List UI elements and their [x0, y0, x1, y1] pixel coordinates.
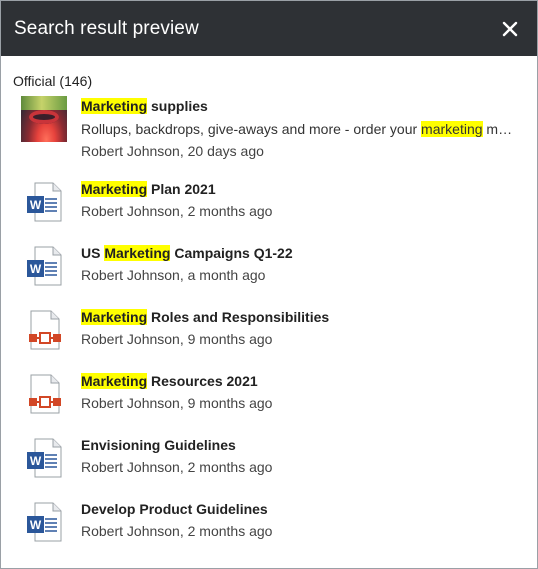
result-meta: Robert Johnson, 9 months ago — [81, 395, 273, 411]
result-title-segment: Roles and Responsibilities — [147, 309, 330, 325]
highlighted-term: marketing — [421, 121, 483, 137]
result-item[interactable]: W Envisioning Guidelines Robert Johnson, … — [1, 435, 537, 481]
image-thumbnail — [21, 96, 67, 142]
result-title[interactable]: Develop Product Guidelines — [81, 499, 525, 519]
highlighted-term: Marketing — [81, 373, 148, 389]
word-doc-icon: W — [21, 179, 67, 225]
result-title[interactable]: Marketing Roles and Responsibilities — [81, 307, 525, 327]
result-meta: Robert Johnson, 2 months ago — [81, 523, 273, 539]
result-info: Marketing supplies Rollups, backdrops, gi… — [81, 96, 525, 161]
panel-title: Search result preview — [14, 17, 199, 39]
word-doc-icon: W — [21, 499, 67, 545]
highlighted-term: Marketing — [81, 181, 148, 197]
close-icon — [502, 21, 518, 36]
result-meta: Robert Johnson, 2 months ago — [81, 203, 273, 219]
result-title-segment: Envisioning Guidelines — [81, 437, 236, 453]
result-item[interactable]: W Develop Product Guidelines Robert Johns… — [1, 499, 537, 545]
result-title-segment: US — [81, 245, 105, 261]
result-info: Envisioning Guidelines Robert Johnson, 2 … — [81, 435, 525, 477]
result-item[interactable]: Marketing supplies Rollups, backdrops, gi… — [1, 96, 537, 161]
word-doc-icon: W — [21, 435, 67, 481]
result-item[interactable]: W US Marketing Campaigns Q1-22 Robert Joh… — [1, 243, 537, 289]
word-doc-icon: W — [21, 243, 67, 289]
result-title-segment: Develop Product Guidelines — [81, 501, 268, 517]
result-description-segment: Rollups, backdrops, give-aways and more … — [81, 121, 422, 137]
result-info: Marketing Resources 2021 Robert Johnson, … — [81, 371, 525, 413]
powerpoint-doc-icon — [21, 307, 67, 353]
result-title[interactable]: Marketing Plan 2021 — [81, 179, 525, 199]
result-title-segment: Resources 2021 — [147, 373, 258, 389]
svg-text:W: W — [30, 198, 42, 212]
svg-text:W: W — [30, 518, 42, 532]
result-meta: Robert Johnson, 20 days ago — [81, 143, 264, 159]
result-item[interactable]: Marketing Resources 2021 Robert Johnson, … — [1, 371, 537, 417]
results-list: Marketing supplies Rollups, backdrops, gi… — [1, 96, 537, 545]
highlighted-term: Marketing — [81, 309, 148, 325]
search-preview-panel: Search result preview Official (146) Mar… — [0, 0, 538, 569]
section-title: Official (146) — [13, 73, 93, 89]
result-item[interactable]: W Marketing Plan 2021 Robert Johnson, 2 m… — [1, 179, 537, 225]
svg-text:W: W — [30, 262, 42, 276]
result-meta: Robert Johnson, 2 months ago — [81, 459, 273, 475]
powerpoint-doc-icon — [21, 371, 67, 417]
result-meta: Robert Johnson, 9 months ago — [81, 331, 273, 347]
panel-header: Search result preview — [1, 1, 537, 56]
result-title[interactable]: Marketing supplies — [81, 96, 525, 116]
result-info: Marketing Plan 2021 Robert Johnson, 2 mon… — [81, 179, 525, 221]
result-meta: Robert Johnson, a month ago — [81, 267, 266, 283]
result-title[interactable]: US Marketing Campaigns Q1-22 — [81, 243, 525, 263]
close-button[interactable] — [497, 16, 523, 42]
result-info: US Marketing Campaigns Q1-22 Robert Johns… — [81, 243, 525, 285]
result-description: Rollups, backdrops, give-aways and more … — [81, 119, 525, 139]
result-description-segment: m… — [482, 121, 513, 137]
result-item[interactable]: Marketing Roles and Responsibilities Robe… — [1, 307, 537, 353]
result-title[interactable]: Marketing Resources 2021 — [81, 371, 525, 391]
result-title-segment: Campaigns Q1-22 — [170, 245, 293, 261]
result-info: Marketing Roles and Responsibilities Robe… — [81, 307, 525, 349]
result-title[interactable]: Envisioning Guidelines — [81, 435, 525, 455]
result-title-segment: Plan 2021 — [147, 181, 216, 197]
highlighted-term: Marketing — [104, 245, 171, 261]
highlighted-term: Marketing — [81, 98, 148, 114]
svg-text:W: W — [30, 454, 42, 468]
result-info: Develop Product Guidelines Robert Johnson… — [81, 499, 525, 541]
result-title-segment: supplies — [147, 98, 208, 114]
